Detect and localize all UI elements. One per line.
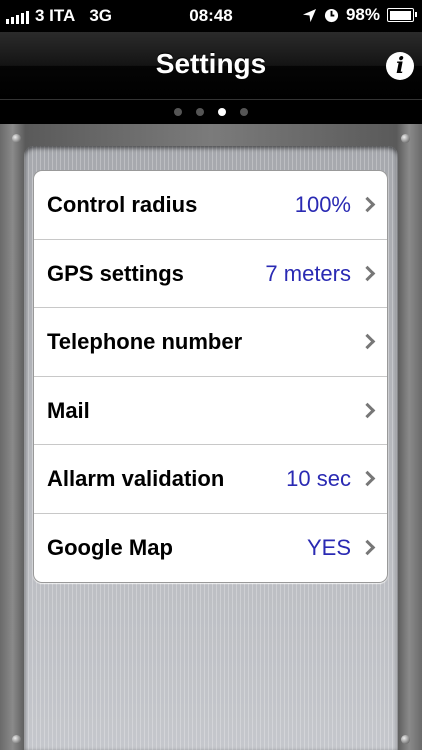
settings-row[interactable]: Telephone number bbox=[34, 308, 387, 377]
battery-icon bbox=[387, 8, 417, 22]
settings-panel: Control radius 100% GPS settings 7 meters Te… bbox=[24, 146, 398, 750]
page-title: Settings bbox=[155, 48, 267, 79]
location-arrow-icon bbox=[302, 8, 317, 22]
alarm-clock-icon bbox=[324, 8, 339, 22]
settings-row-value: YES bbox=[306, 534, 351, 560]
settings-row-label: Google Map bbox=[47, 534, 173, 560]
page-dot[interactable] bbox=[218, 108, 226, 116]
chevron-right-icon bbox=[359, 333, 376, 350]
chevron-right-icon bbox=[359, 470, 376, 487]
settings-row[interactable]: Allarm validation 10 sec bbox=[34, 445, 387, 514]
page-dot[interactable] bbox=[240, 108, 248, 116]
page-control[interactable] bbox=[0, 100, 422, 124]
status-right: 98% bbox=[302, 5, 417, 25]
settings-row-label: Mail bbox=[47, 397, 90, 423]
settings-row-value: 10 sec bbox=[286, 466, 351, 491]
battery-fill bbox=[389, 10, 412, 20]
settings-row[interactable]: Control radius 100% bbox=[34, 171, 387, 240]
settings-row-label: Telephone number bbox=[47, 329, 243, 354]
settings-row-label: Control radius bbox=[47, 192, 198, 217]
metal-frame: Control radius 100% GPS settings 7 meters Te… bbox=[0, 124, 422, 750]
page-dot[interactable] bbox=[196, 108, 204, 116]
info-button[interactable]: i bbox=[386, 52, 414, 80]
screw-bottom-right bbox=[401, 735, 410, 744]
settings-row-label: Allarm validation bbox=[47, 466, 225, 491]
chevron-right-icon bbox=[359, 539, 376, 555]
settings-row[interactable]: Google Map YES bbox=[34, 514, 387, 583]
settings-row-label: GPS settings bbox=[47, 260, 184, 286]
battery-percent: 98% bbox=[345, 5, 380, 24]
chevron-right-icon bbox=[359, 196, 376, 213]
settings-row[interactable]: GPS settings 7 meters bbox=[34, 240, 387, 308]
info-icon: i bbox=[395, 53, 405, 79]
screw-top-left bbox=[12, 134, 21, 143]
settings-row-value: 100% bbox=[294, 192, 351, 217]
page-dot[interactable] bbox=[174, 108, 182, 116]
screw-top-right bbox=[401, 134, 410, 143]
settings-row[interactable]: Mail bbox=[34, 377, 387, 445]
settings-row-value: 7 meters bbox=[265, 260, 351, 286]
chevron-right-icon bbox=[359, 265, 376, 281]
status-bar: 3 ITA 3G 08:48 98% bbox=[0, 0, 422, 32]
navigation-bar: Settings i bbox=[0, 32, 422, 100]
chevron-right-icon bbox=[359, 402, 376, 418]
settings-table: Control radius 100% GPS settings 7 meters Te… bbox=[33, 170, 388, 583]
screw-bottom-left bbox=[12, 735, 21, 744]
